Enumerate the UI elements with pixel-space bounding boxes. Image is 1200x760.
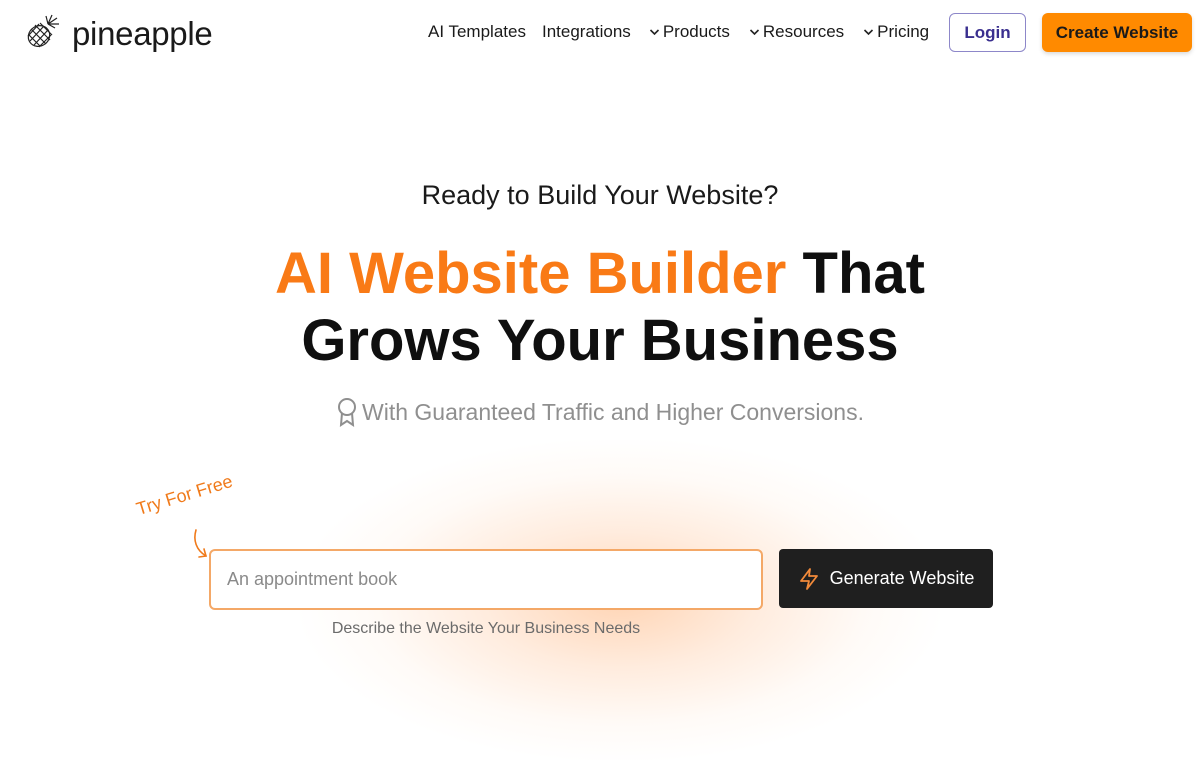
try-for-free-label: Try For Free: [134, 470, 235, 520]
brand-name: pineapple: [72, 15, 213, 52]
site-header: pineapple AI Templates Integrations Prod…: [0, 0, 1200, 64]
pineapple-icon: [26, 13, 62, 54]
generate-website-button[interactable]: Generate Website: [779, 549, 993, 608]
nav-label: Integrations: [541, 22, 631, 41]
input-helper-text: Describe the Website Your Business Needs: [331, 620, 641, 637]
chevron-down-icon: [749, 29, 759, 36]
brand-logo[interactable]: pineapple: [26, 13, 213, 54]
nav-integrations[interactable]: Integrations: [542, 22, 631, 42]
generate-button-label: Generate Website: [829, 568, 975, 588]
login-button[interactable]: Login: [949, 13, 1026, 52]
tagline-text: With Guaranteed Traffic and Higher Conve…: [362, 398, 864, 425]
lightning-icon: [799, 567, 818, 590]
headline-accent: AI Website Builder: [275, 241, 787, 306]
hero-eyebrow: Ready to Build Your Website?: [421, 180, 779, 210]
nav-products[interactable]: Products: [649, 22, 730, 42]
chevron-down-icon: [649, 29, 659, 36]
nav-pricing[interactable]: Pricing: [863, 22, 929, 42]
nav-resources[interactable]: Resources: [749, 22, 844, 42]
create-website-button[interactable]: Create Website: [1042, 13, 1192, 52]
hero-headline: AI Website Builder That Grows Your Busin…: [0, 240, 1200, 374]
headline-line2: Grows Your Business: [301, 308, 899, 373]
nav-label: Resources: [762, 22, 845, 41]
hero-tagline: With Guaranteed Traffic and Higher Conve…: [0, 397, 1200, 427]
main-nav: AI Templates Integrations Products Resou…: [428, 0, 929, 64]
headline-rest: That: [802, 241, 925, 306]
nav-ai-templates[interactable]: AI Templates: [428, 22, 526, 42]
nav-label: Pricing: [877, 22, 930, 41]
chevron-down-icon: [864, 29, 874, 36]
website-description-input[interactable]: [209, 549, 763, 610]
nav-label: Products: [662, 22, 730, 41]
award-ribbon-icon: [338, 398, 356, 427]
nav-label: AI Templates: [428, 22, 526, 41]
